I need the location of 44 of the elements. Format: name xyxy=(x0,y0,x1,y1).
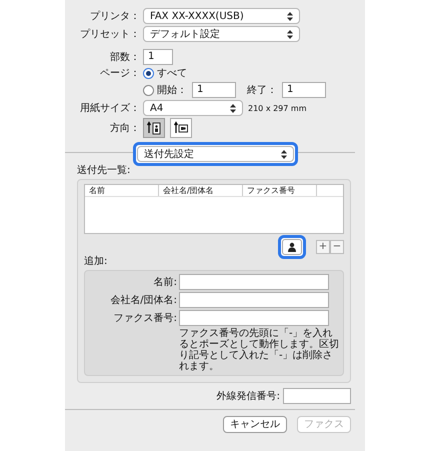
radio-option[interactable]: 開始： xyxy=(143,84,187,96)
rotated-page-icon xyxy=(174,121,188,135)
field-label: 名前: xyxy=(152,276,177,288)
dialog-button[interactable]: キャンセル xyxy=(223,416,287,433)
orientation-button[interactable] xyxy=(170,118,192,138)
dropdown[interactable]: 送付先設定 xyxy=(137,146,294,162)
field-label: ファクス番号: xyxy=(112,312,177,324)
person-icon xyxy=(287,242,297,252)
input-field[interactable] xyxy=(179,274,329,290)
column-header[interactable]: ファクス番号 xyxy=(243,185,317,196)
dropdown[interactable]: FAX XX-XXXX(USB) xyxy=(143,8,300,24)
updown-arrows-icon xyxy=(281,150,287,158)
updown-arrows-icon xyxy=(287,12,293,20)
input-field[interactable] xyxy=(179,292,329,308)
field-label: 会社名/団体名: xyxy=(109,294,177,306)
updown-arrows-icon xyxy=(287,30,293,38)
list-edit-button[interactable]: + xyxy=(316,240,330,254)
from-page-field[interactable]: 1 xyxy=(192,82,236,98)
radio-option[interactable]: すべて xyxy=(143,67,187,80)
dropdown[interactable]: A4 xyxy=(143,100,243,116)
column-header[interactable]: 名前 xyxy=(85,185,159,196)
add-label: 追加: xyxy=(84,255,108,268)
fax-number-note: ファクス番号の先頭に「-」を入れるとポーズとして動作します。区切り記号として入れた「-」は削除されます。 xyxy=(179,328,339,372)
pages-label: ページ： xyxy=(99,67,140,80)
to-page-field[interactable]: 1 xyxy=(282,82,326,98)
address-book-button[interactable] xyxy=(278,235,306,259)
paper-size-label: 用紙サイズ： xyxy=(79,102,140,114)
column-header[interactable]: 会社名/団体名 xyxy=(159,185,243,196)
recipient-list-label: 送付先一覧: xyxy=(77,164,132,177)
outside-line-field[interactable] xyxy=(283,388,351,404)
printer-label: プリンタ： xyxy=(89,10,140,22)
paper-dimensions: 210 x 297 mm xyxy=(248,102,306,114)
updown-arrows-icon xyxy=(230,104,236,112)
upright-page-icon xyxy=(147,121,161,135)
list-edit-button[interactable]: − xyxy=(330,240,344,254)
copies-field[interactable]: 1 xyxy=(143,49,173,65)
outside-line-label: 外線発信番号: xyxy=(216,390,280,402)
orientation-label: 方向： xyxy=(109,122,140,135)
copies-label: 部数： xyxy=(109,50,140,64)
preset-label: プリセット： xyxy=(79,28,140,40)
to-page-label: 終了： xyxy=(247,84,277,96)
orientation-button[interactable] xyxy=(143,118,165,138)
dropdown[interactable]: デフォルト設定 xyxy=(143,26,300,42)
input-field[interactable] xyxy=(179,310,329,326)
